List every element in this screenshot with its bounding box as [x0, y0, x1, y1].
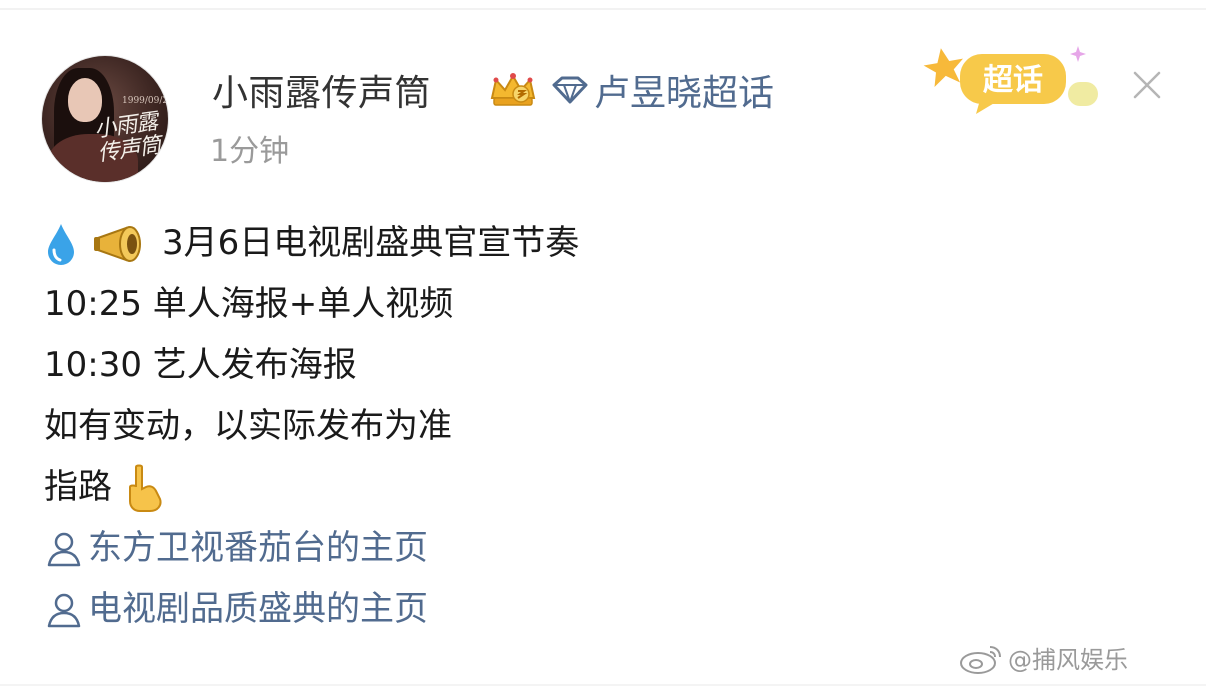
watermark-text: @捕风娱乐	[1008, 646, 1128, 674]
post-line: 3月6日电视剧盛典官宣节奏	[44, 213, 579, 274]
mention-link[interactable]: 东方卫视番茄台的主页	[44, 518, 579, 579]
person-icon	[47, 532, 81, 566]
mention-label: 东方卫视番茄台的主页	[88, 528, 428, 568]
mention-link[interactable]: 电视剧品质盛典的主页	[44, 579, 579, 640]
avatar-title: 小雨露传声筒	[92, 109, 163, 167]
person-icon	[47, 593, 81, 627]
post-line: 10:25 单人海报+单人视频	[44, 274, 579, 335]
post-line-text: 如有变动，以实际发布为准	[44, 406, 452, 446]
post-line-text: 10:25 单人海报+单人视频	[44, 284, 454, 324]
avatar-face	[68, 78, 102, 122]
timestamp: 1分钟	[210, 134, 290, 169]
post-line-text: 指路	[44, 467, 112, 507]
pointing-down-icon	[129, 464, 162, 512]
weibo-icon	[960, 645, 1001, 674]
supertopic-badge[interactable]: 超话	[918, 40, 1108, 120]
droplet-icon	[48, 223, 74, 265]
supertopic-label: 卢昱晓超话	[594, 73, 775, 114]
post-line-text: 10:30 艺人发布海报	[44, 345, 357, 385]
mention-label: 电视剧品质盛典的主页	[88, 589, 428, 629]
avatar-date: 1999/09/27	[122, 96, 168, 106]
avatar[interactable]: 1999/09/27 小雨露传声筒	[42, 56, 168, 182]
close-icon[interactable]	[1132, 70, 1162, 100]
post-line: 10:30 艺人发布海报	[44, 335, 579, 396]
post-content: 3月6日电视剧盛典官宣节奏 10:25 单人海报+单人视频 10:30 艺人发布…	[44, 213, 579, 640]
bottom-divider	[0, 684, 1206, 686]
post-line-text: 3月6日电视剧盛典官宣节奏	[162, 223, 580, 263]
crown-icon[interactable]	[488, 70, 538, 110]
top-divider	[0, 8, 1206, 10]
post-line: 如有变动，以实际发布为准	[44, 396, 579, 457]
post-line: 指路	[44, 457, 579, 518]
username[interactable]: 小雨露传声筒	[212, 64, 431, 116]
badge-label: 超话	[983, 63, 1043, 98]
watermark: @捕风娱乐	[958, 640, 1128, 675]
supertopic-link[interactable]: 卢昱晓超话	[548, 64, 774, 116]
megaphone-icon	[94, 225, 141, 262]
diamond-icon	[552, 76, 588, 104]
